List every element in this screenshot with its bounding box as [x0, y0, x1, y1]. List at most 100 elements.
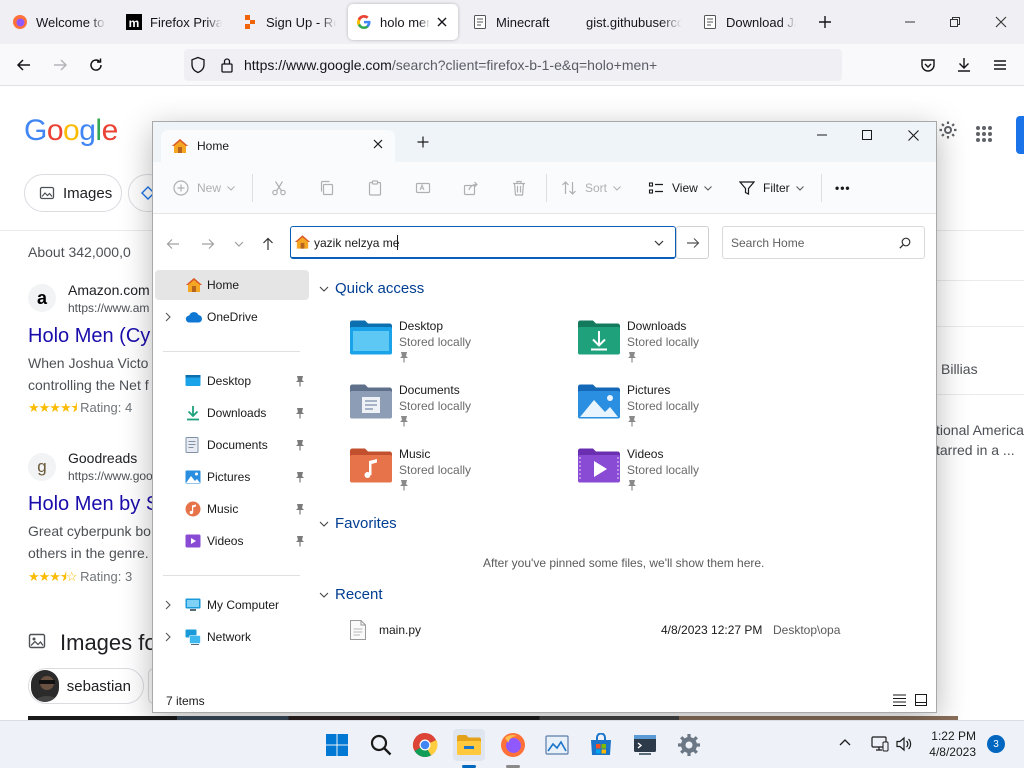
sebastian-chip[interactable]: sebastian: [28, 668, 144, 704]
new-tab-plus-icon[interactable]: [811, 8, 839, 36]
lock-icon[interactable]: [220, 57, 234, 73]
clock[interactable]: 1:22 PM 4/8/2023: [929, 728, 976, 760]
firefox-icon[interactable]: [497, 729, 529, 761]
file-explorer-taskbar-icon[interactable]: [453, 729, 485, 761]
recent-file-row[interactable]: main.py 4/8/2023 12:27 PM Desktop\opa: [343, 618, 923, 644]
search-icon[interactable]: [365, 729, 397, 761]
quick-access-videos[interactable]: Videos Stored locally: [577, 447, 787, 505]
sidebar-item-home[interactable]: Home: [155, 270, 309, 300]
tab-gist-githubusercontent[interactable]: gist.githubuserco: [578, 4, 690, 40]
back-arrow-icon[interactable]: [159, 228, 187, 260]
tab-welcome-firefox[interactable]: Welcome to F: [4, 4, 114, 40]
quick-access-pictures[interactable]: Pictures Stored locally: [577, 383, 787, 441]
rename-icon[interactable]: [415, 176, 431, 200]
share-icon[interactable]: [463, 176, 479, 200]
sidebar-item-desktop[interactable]: Desktop: [155, 366, 309, 396]
minimize-icon[interactable]: [817, 130, 827, 140]
downloads-arrow-icon[interactable]: [950, 51, 978, 79]
result-title-link[interactable]: Holo Men (Cy: [28, 325, 152, 348]
tab-minecraft[interactable]: Minecraft: [464, 4, 576, 40]
quick-access-music[interactable]: Music Stored locally: [349, 447, 559, 505]
pin-icon[interactable]: [295, 407, 305, 419]
sidebar-item-music[interactable]: Music: [155, 494, 309, 524]
sidebar-item-pictures[interactable]: Pictures: [155, 462, 309, 492]
more-options-button[interactable]: •••: [835, 176, 851, 200]
tracking-shield-icon[interactable]: [190, 56, 206, 74]
settings-gear-icon[interactable]: [938, 120, 958, 140]
tab-download-java[interactable]: Download Jav: [694, 4, 804, 40]
speaker-volume-icon[interactable]: [895, 736, 913, 752]
up-arrow-icon[interactable]: [254, 228, 282, 260]
search-home-input[interactable]: Search Home: [722, 226, 925, 259]
search-icon[interactable]: [899, 237, 911, 249]
close-window-icon[interactable]: [987, 8, 1015, 36]
quick-access-desktop[interactable]: Desktop Stored locally: [349, 319, 559, 377]
recent-header[interactable]: Recent: [319, 586, 383, 603]
sidebar-item-downloads[interactable]: Downloads: [155, 398, 309, 428]
details-view-icon[interactable]: [893, 694, 906, 706]
tab-close-icon[interactable]: [434, 14, 450, 30]
filter-button[interactable]: Filter: [739, 176, 804, 200]
go-arrow-button[interactable]: [676, 226, 709, 259]
pin-icon[interactable]: [295, 471, 305, 483]
tiles-view-icon[interactable]: [915, 694, 927, 706]
tab-firefox-privacy[interactable]: m Firefox Privac: [118, 4, 230, 40]
forward-arrow-icon[interactable]: [46, 51, 74, 79]
copy-icon[interactable]: [319, 176, 335, 200]
start-windows-icon[interactable]: [321, 729, 353, 761]
pin-icon[interactable]: [295, 503, 305, 515]
terminal-icon[interactable]: [629, 729, 661, 761]
quick-access-downloads[interactable]: Downloads Stored locally: [577, 319, 787, 377]
chevron-up-icon[interactable]: [839, 738, 851, 746]
photos-chart-icon[interactable]: [541, 729, 573, 761]
paste-icon[interactable]: [367, 176, 383, 200]
result-url[interactable]: https://www.goo: [68, 469, 152, 483]
forward-arrow-icon[interactable]: [194, 228, 222, 260]
sidebar-item-documents[interactable]: Documents: [155, 430, 309, 460]
pin-icon[interactable]: [295, 375, 305, 387]
sidebar-item-videos[interactable]: Videos: [155, 526, 309, 556]
google-logo[interactable]: Google: [24, 114, 118, 148]
result-url[interactable]: https://www.am: [68, 301, 152, 315]
sidebar-item-network[interactable]: Network: [155, 622, 309, 652]
reload-icon[interactable]: [82, 51, 110, 79]
new-button[interactable]: New: [173, 176, 235, 200]
hamburger-menu-icon[interactable]: [986, 51, 1014, 79]
address-bar[interactable]: yazik nelzya me: [290, 226, 676, 259]
sidebar-item-my-computer[interactable]: My Computer: [155, 590, 309, 620]
result-site-name[interactable]: Goodreads: [68, 450, 152, 466]
chevron-right-icon[interactable]: [165, 312, 171, 322]
sort-button[interactable]: Sort: [561, 176, 621, 200]
pin-icon[interactable]: [295, 439, 305, 451]
apps-grid-icon[interactable]: [975, 125, 993, 143]
notification-badge[interactable]: 3: [987, 735, 1005, 753]
url-text[interactable]: https://www.google.com/search?client=fir…: [244, 57, 657, 73]
display-icon[interactable]: [871, 736, 889, 752]
sign-in-button[interactable]: [1016, 116, 1024, 154]
view-button[interactable]: View: [648, 176, 712, 200]
quick-access-documents[interactable]: Documents Stored locally: [349, 383, 559, 441]
chevron-down-icon[interactable]: [654, 240, 664, 246]
delete-trash-icon[interactable]: [511, 176, 527, 200]
chevron-right-icon[interactable]: [165, 600, 171, 610]
tab-close-icon[interactable]: [373, 139, 383, 149]
tab-holo-men[interactable]: holo men: [348, 4, 458, 40]
minimize-icon[interactable]: [896, 8, 924, 36]
explorer-tab-home[interactable]: Home: [161, 130, 395, 162]
pocket-icon[interactable]: [914, 51, 942, 79]
cut-icon[interactable]: [271, 176, 287, 200]
address-input-text[interactable]: yazik nelzya me: [314, 236, 399, 250]
recent-locations-chevron-icon[interactable]: [225, 228, 253, 260]
result-title-link[interactable]: Holo Men by S: [28, 493, 152, 516]
quick-access-header[interactable]: Quick access: [319, 280, 424, 297]
favorites-header[interactable]: Favorites: [319, 515, 397, 532]
chevron-right-icon[interactable]: [165, 632, 171, 642]
back-arrow-icon[interactable]: [10, 51, 38, 79]
pin-icon[interactable]: [295, 535, 305, 547]
sidebar-item-onedrive[interactable]: OneDrive: [155, 302, 309, 332]
chrome-icon[interactable]: [409, 729, 441, 761]
tab-sign-up-replit[interactable]: Sign Up - Rep: [234, 4, 344, 40]
maximize-icon[interactable]: [862, 130, 872, 140]
settings-gear-icon[interactable]: [673, 729, 705, 761]
result-site-name[interactable]: Amazon.com: [68, 282, 152, 298]
